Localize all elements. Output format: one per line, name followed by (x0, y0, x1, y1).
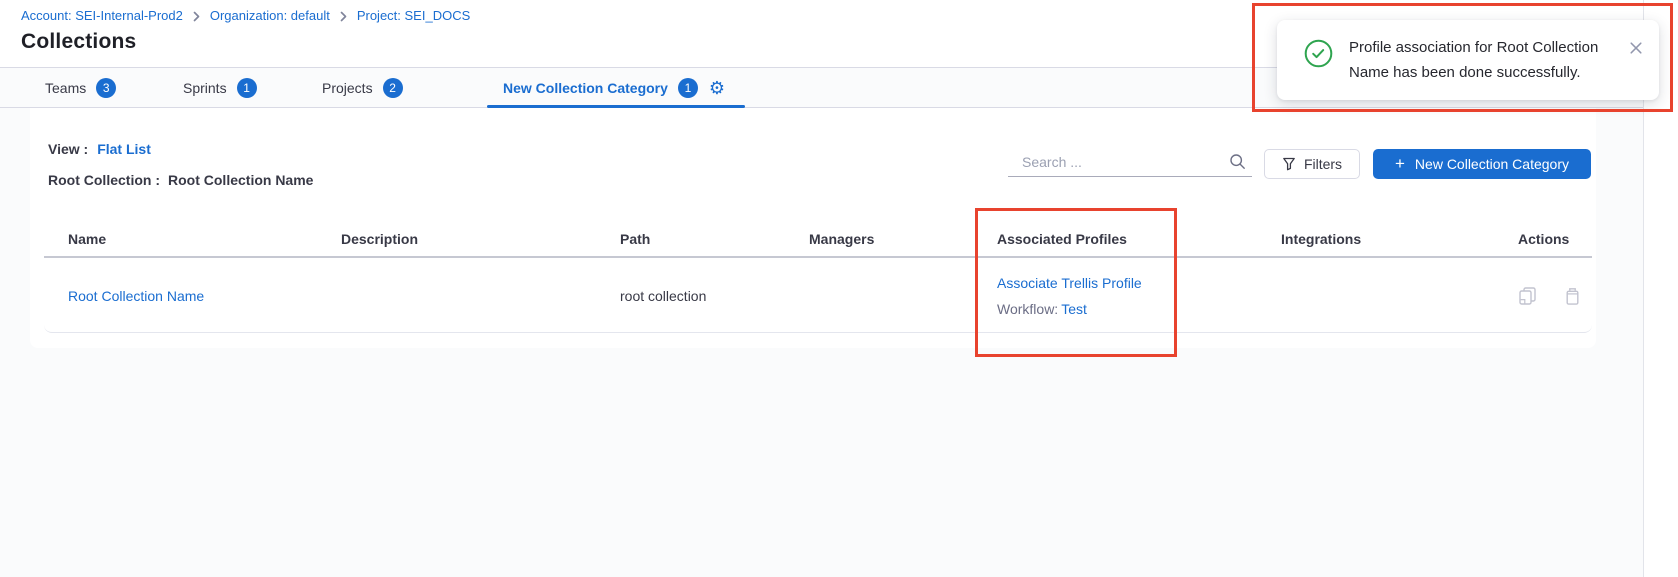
column-header-actions: Actions (1518, 231, 1592, 247)
gear-icon[interactable]: ⚙ (709, 79, 725, 97)
tab-projects-count-badge: 2 (383, 78, 403, 98)
tab-teams[interactable]: Teams 3 (45, 68, 116, 107)
cell-name: Root Collection Name (44, 288, 341, 304)
root-collection-name-link[interactable]: Root Collection Name (68, 288, 204, 304)
tab-projects-label: Projects (322, 80, 373, 96)
column-header-description: Description (341, 231, 620, 247)
new-collection-category-button[interactable]: + New Collection Category (1373, 149, 1591, 179)
page-title: Collections (21, 30, 136, 54)
copy-icon[interactable] (1518, 286, 1537, 306)
column-header-path: Path (620, 231, 809, 247)
flat-list-link[interactable]: Flat List (97, 141, 151, 157)
workflow-label: Workflow: (997, 301, 1058, 317)
table-header-row: Name Description Path Managers Associate… (44, 222, 1592, 258)
breadcrumb-organization-link[interactable]: Organization: default (210, 8, 330, 23)
workflow-line: Workflow:Test (997, 300, 1281, 319)
root-collection-value: Root Collection Name (168, 172, 313, 188)
toast-message: Profile association for Root Collection … (1349, 35, 1617, 85)
view-row: View : Flat List (48, 141, 151, 157)
tab-projects[interactable]: Projects 2 (322, 68, 403, 107)
tab-new-collection-category-count-badge: 1 (678, 78, 698, 98)
breadcrumb: Account: SEI-Internal-Prod2 Organization… (21, 8, 470, 23)
filter-funnel-icon (1282, 157, 1296, 171)
column-header-name: Name (44, 231, 341, 247)
success-toast: Profile association for Root Collection … (1277, 20, 1659, 100)
toast-close-icon[interactable] (1629, 41, 1643, 55)
search-input[interactable] (1022, 154, 1229, 170)
cell-associated-profiles: Associate Trellis Profile Workflow:Test (997, 274, 1281, 319)
column-header-integrations: Integrations (1281, 231, 1518, 247)
tab-sprints-count-badge: 1 (237, 78, 257, 98)
view-label: View : (48, 141, 88, 157)
delete-trash-icon[interactable] (1564, 287, 1581, 306)
filters-button-label: Filters (1304, 156, 1342, 172)
search-icon (1229, 153, 1246, 170)
tab-sprints[interactable]: Sprints 1 (183, 68, 257, 107)
workflow-test-link[interactable]: Test (1061, 301, 1087, 317)
tab-new-collection-category[interactable]: New Collection Category 1 ⚙ (487, 68, 745, 107)
plus-icon: + (1395, 155, 1405, 172)
chevron-right-icon (339, 11, 348, 22)
filters-button[interactable]: Filters (1264, 149, 1360, 179)
chevron-right-icon (192, 11, 201, 22)
tab-teams-count-badge: 3 (96, 78, 116, 98)
root-collection-row: Root Collection : Root Collection Name (48, 172, 313, 188)
tab-new-collection-category-label: New Collection Category (503, 80, 668, 96)
tab-teams-label: Teams (45, 80, 86, 96)
cell-actions (1518, 286, 1592, 306)
table-row: Root Collection Name root collection Ass… (44, 260, 1592, 333)
associate-trellis-profile-link[interactable]: Associate Trellis Profile (997, 274, 1281, 293)
column-header-associated-profiles: Associated Profiles (997, 231, 1281, 247)
search-field (1008, 147, 1252, 177)
breadcrumb-account-link[interactable]: Account: SEI-Internal-Prod2 (21, 8, 183, 23)
collections-page: Account: SEI-Internal-Prod2 Organization… (0, 0, 1678, 577)
tab-sprints-label: Sprints (183, 80, 227, 96)
root-collection-label: Root Collection : (48, 172, 160, 188)
cell-path: root collection (620, 288, 809, 304)
column-header-managers: Managers (809, 231, 997, 247)
new-collection-category-button-label: New Collection Category (1415, 156, 1569, 172)
breadcrumb-project-link[interactable]: Project: SEI_DOCS (357, 8, 470, 23)
success-check-icon (1304, 39, 1333, 73)
